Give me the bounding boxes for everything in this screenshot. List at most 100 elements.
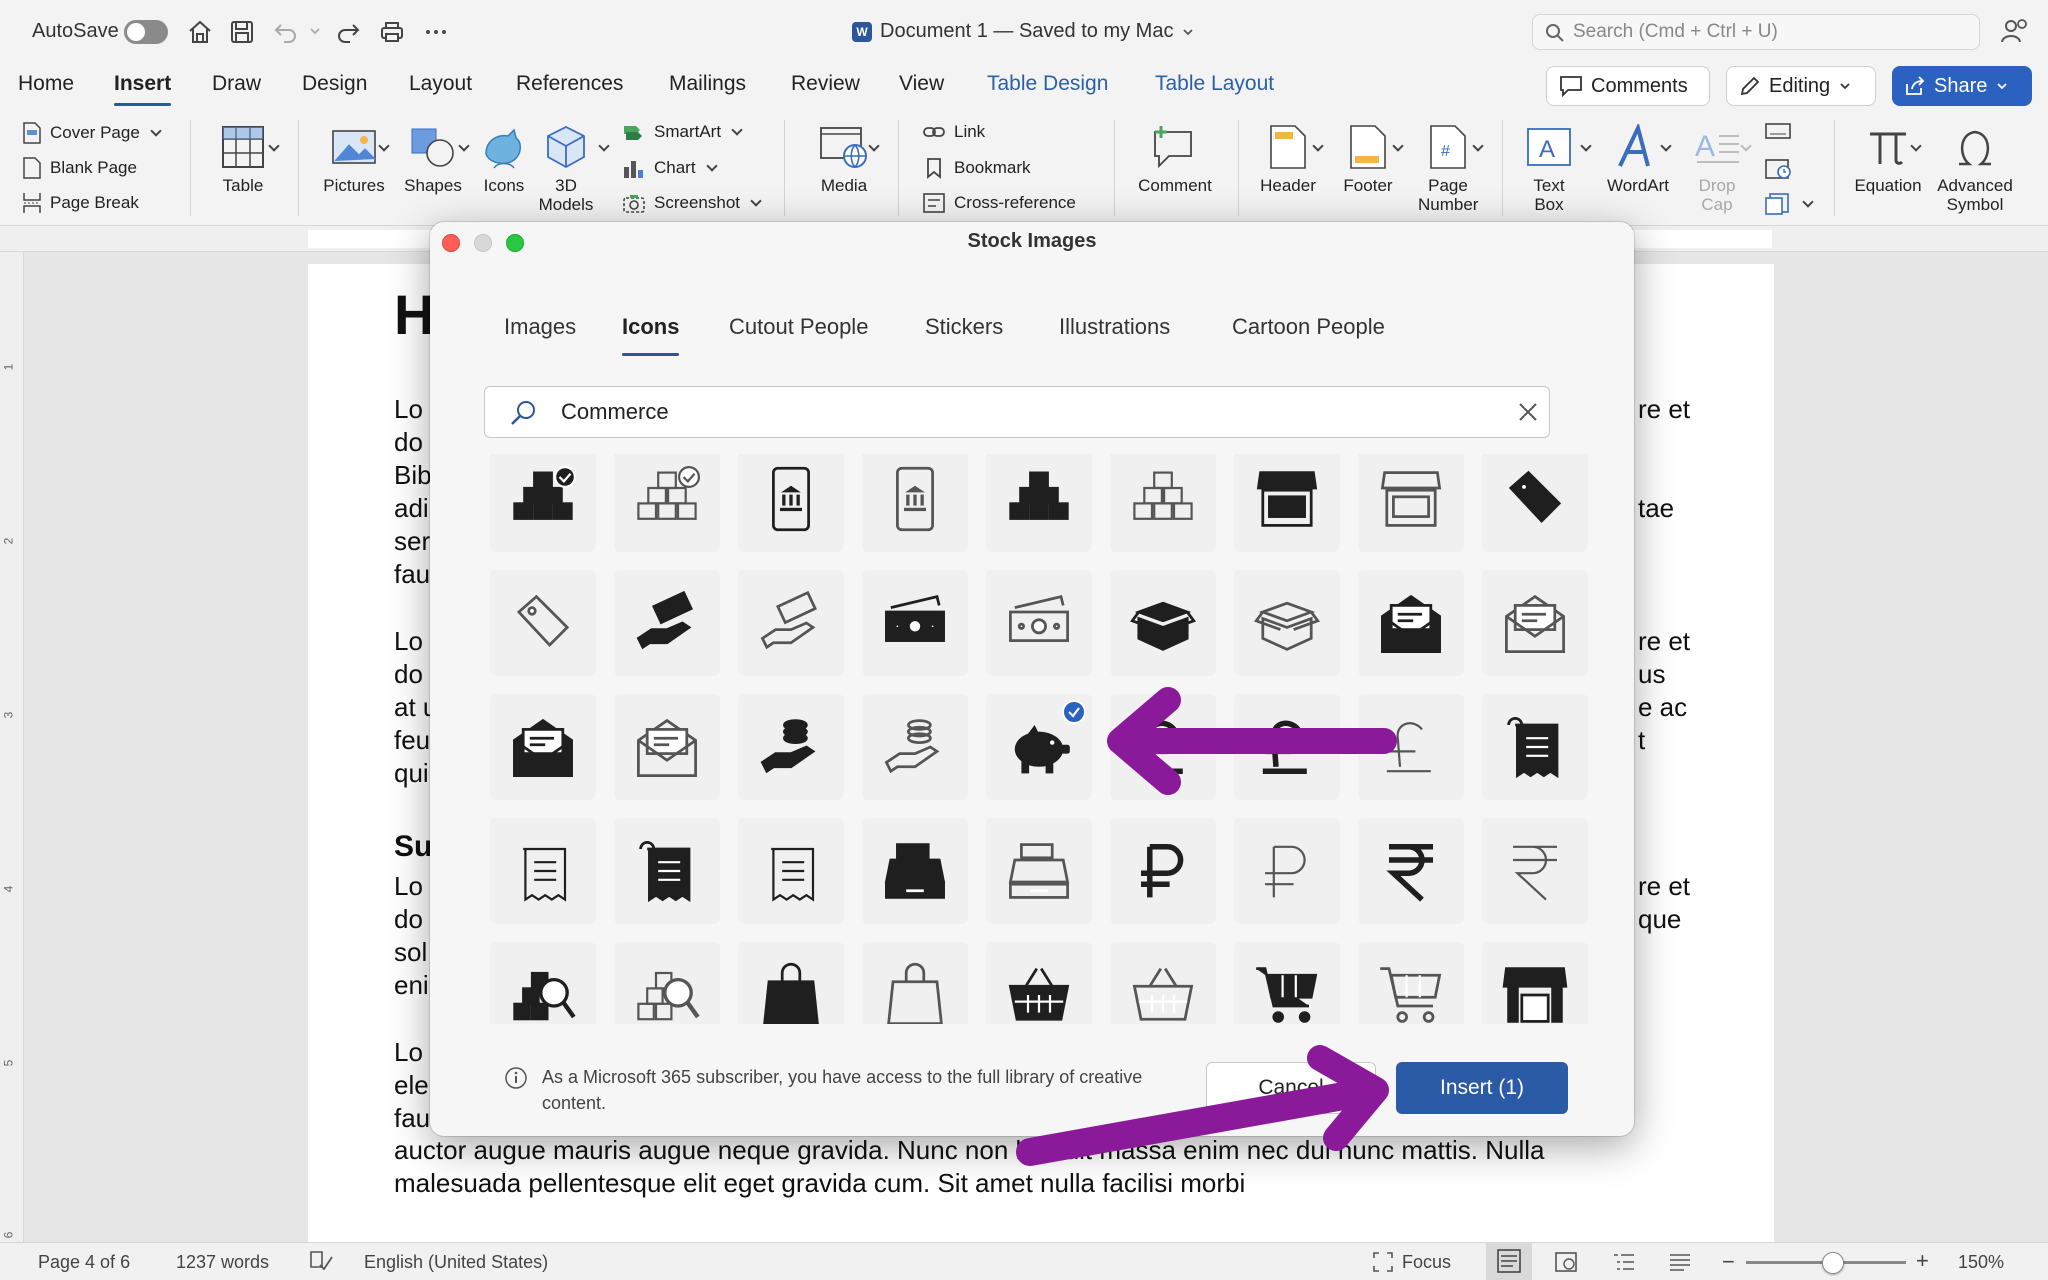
clear-search-close-icon[interactable] [1517, 401, 1539, 423]
zoom-out-icon[interactable]: − [1722, 1249, 1735, 1275]
icon-tile[interactable] [1358, 942, 1464, 1024]
icon-tile[interactable] [1110, 818, 1216, 924]
drop-cap-button[interactable]: A Drop Cap [1682, 118, 1752, 214]
draft-view-icon[interactable] [1668, 1251, 1692, 1273]
tab-insert[interactable]: Insert [114, 72, 172, 106]
icon-tile[interactable] [738, 570, 844, 676]
icon-tile[interactable] [1234, 942, 1340, 1024]
icon-tile[interactable] [1358, 570, 1464, 676]
dialog-tab-images[interactable]: Images [504, 314, 576, 340]
icon-tile[interactable] [862, 570, 968, 676]
header-button[interactable]: Header [1252, 118, 1324, 195]
more-options-icon[interactable] [420, 16, 452, 48]
icon-tile[interactable] [1234, 570, 1340, 676]
footer-button[interactable]: Footer [1332, 118, 1404, 195]
word-count[interactable]: 1237 words [176, 1252, 269, 1273]
language-status[interactable]: English (United States) [364, 1252, 548, 1273]
icon-tile[interactable] [862, 942, 968, 1024]
web-layout-icon[interactable] [1554, 1251, 1578, 1273]
date-time-icon[interactable] [1764, 156, 1792, 180]
object-icon[interactable] [1764, 192, 1814, 216]
focus-label[interactable]: Focus [1402, 1252, 1451, 1273]
text-box-chevron-down-icon[interactable] [1580, 140, 1592, 152]
home-icon[interactable] [184, 16, 216, 48]
icon-tile[interactable] [862, 818, 968, 924]
icon-tile[interactable] [986, 942, 1092, 1024]
icon-tile[interactable] [986, 694, 1092, 800]
icon-tile[interactable] [490, 570, 596, 676]
icon-tile[interactable] [614, 818, 720, 924]
icon-tile[interactable] [1482, 454, 1588, 552]
advanced-symbol-button[interactable]: Advanced Symbol [1930, 118, 2020, 214]
dialog-tab-stickers[interactable]: Stickers [925, 314, 1003, 340]
page-count[interactable]: Page 4 of 6 [38, 1252, 130, 1273]
vertical-ruler[interactable]: 1 2 3 4 5 6 [0, 252, 24, 1242]
icon-tile[interactable] [1234, 694, 1340, 800]
chart-button[interactable]: Chart [622, 157, 718, 179]
tab-draw[interactable]: Draw [212, 72, 261, 96]
icon-tile[interactable] [986, 570, 1092, 676]
link-button[interactable]: Link [922, 122, 985, 142]
dialog-tab-cutout-people[interactable]: Cutout People [729, 314, 868, 340]
icon-tile[interactable] [490, 942, 596, 1024]
tab-table-layout[interactable]: Table Layout [1155, 72, 1274, 96]
3d-models-chevron-down-icon[interactable] [598, 140, 610, 152]
print-icon[interactable] [376, 16, 408, 48]
tab-review[interactable]: Review [791, 72, 860, 96]
icon-tile[interactable] [1482, 942, 1588, 1024]
icon-tile[interactable] [1110, 694, 1216, 800]
icon-tile[interactable] [490, 454, 596, 552]
save-icon[interactable] [226, 16, 258, 48]
undo-dropdown-chevron-down-icon[interactable] [308, 24, 322, 38]
icon-tile[interactable] [738, 818, 844, 924]
3d-models-button[interactable]: 3D Models [538, 118, 594, 214]
icon-tile[interactable] [738, 694, 844, 800]
icon-tile[interactable] [1234, 454, 1340, 552]
bookmark-button[interactable]: Bookmark [922, 157, 1031, 179]
proofing-icon[interactable] [308, 1249, 334, 1273]
tab-table-design[interactable]: Table Design [987, 72, 1108, 96]
redo-icon[interactable] [332, 16, 364, 48]
zoom-in-icon[interactable]: + [1916, 1248, 1929, 1274]
icon-tile[interactable] [1110, 570, 1216, 676]
editing-mode-button[interactable]: Editing [1726, 66, 1876, 106]
smartart-button[interactable]: SmartArt [622, 122, 743, 142]
icon-tile[interactable] [1358, 454, 1464, 552]
icon-tile[interactable] [614, 454, 720, 552]
page-number-button[interactable]: # Page Number [1410, 118, 1486, 214]
icon-tile[interactable] [738, 942, 844, 1024]
icon-tile[interactable] [1482, 570, 1588, 676]
shapes-button[interactable]: Shapes [398, 118, 468, 195]
tab-references[interactable]: References [516, 72, 623, 96]
pictures-button[interactable]: Pictures [316, 118, 392, 195]
tab-home[interactable]: Home [18, 72, 74, 96]
icon-tile[interactable] [738, 454, 844, 552]
dialog-tab-icons[interactable]: Icons [622, 314, 680, 356]
icon-tile[interactable] [1482, 694, 1588, 800]
icon-tile[interactable] [986, 454, 1092, 552]
wordart-button[interactable]: WordArt [1600, 118, 1676, 195]
table-button[interactable]: Table [210, 118, 276, 195]
icon-tile[interactable] [986, 818, 1092, 924]
icon-search-field[interactable] [484, 386, 1550, 438]
icon-tile[interactable] [1234, 818, 1340, 924]
dialog-tab-cartoon-people[interactable]: Cartoon People [1232, 314, 1385, 340]
icon-tile[interactable] [1110, 942, 1216, 1024]
page-break-button[interactable]: Page Break [22, 192, 139, 214]
cover-page-button[interactable]: Cover Page [22, 122, 162, 144]
print-layout-view-button[interactable] [1486, 1242, 1532, 1280]
icon-tile[interactable] [614, 942, 720, 1024]
media-button[interactable]: Media [804, 118, 884, 195]
dialog-tab-illustrations[interactable]: Illustrations [1059, 314, 1170, 340]
focus-icon[interactable] [1372, 1251, 1394, 1273]
icon-tile[interactable] [614, 694, 720, 800]
icon-tile[interactable] [862, 694, 968, 800]
tab-design[interactable]: Design [302, 72, 367, 96]
zoom-slider-thumb[interactable] [1822, 1252, 1844, 1274]
text-box-button[interactable]: A Text Box [1518, 118, 1580, 214]
comments-button[interactable]: Comments [1546, 66, 1710, 106]
icon-tile[interactable] [490, 818, 596, 924]
cross-reference-button[interactable]: Cross-reference [922, 192, 1076, 214]
search-input[interactable]: Search (Cmd + Ctrl + U) [1532, 14, 1980, 50]
tab-layout[interactable]: Layout [409, 72, 472, 96]
